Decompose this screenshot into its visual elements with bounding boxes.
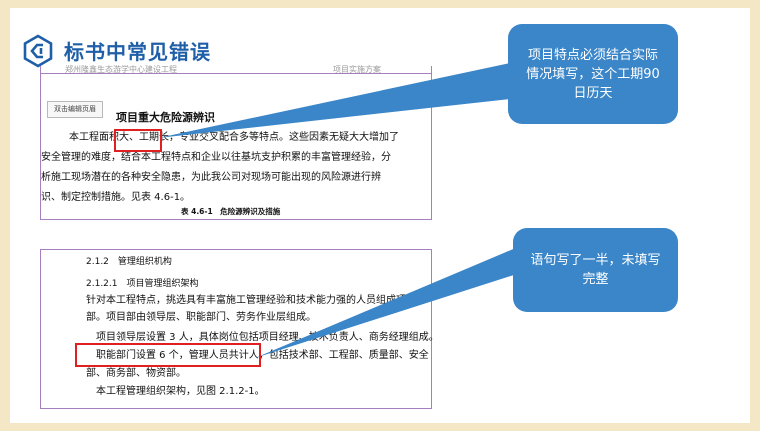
- callout-text-1: 项目特点必须结合实际情况填写，这个工期90日历天: [526, 47, 660, 101]
- highlight-box-incomplete-sentence: [75, 343, 261, 367]
- highlight-box-project-features: [114, 129, 162, 152]
- callout-text-2: 语句写了一半，未填写完整: [530, 253, 661, 287]
- callout-pointer-1: [158, 62, 519, 138]
- callout-pointer-2: [255, 247, 520, 358]
- callout-bubble-1: 项目特点必须结合实际情况填写，这个工期90日历天: [508, 24, 678, 124]
- callout-bubble-2: 语句写了一半，未填写完整: [513, 228, 678, 312]
